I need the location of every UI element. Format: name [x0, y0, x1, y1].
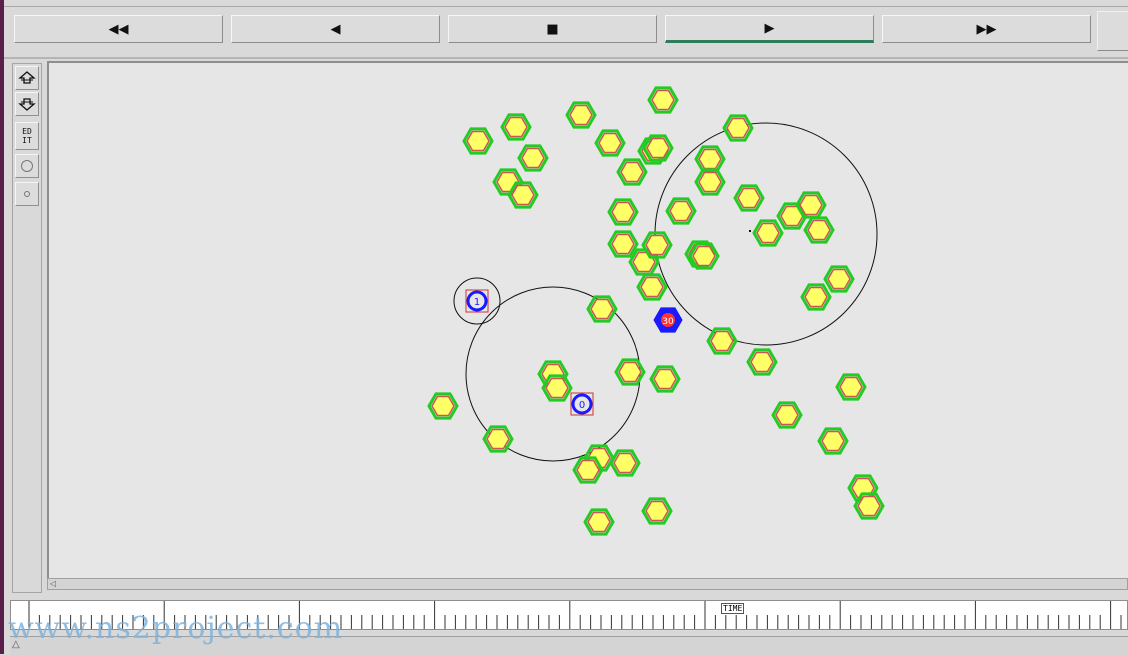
network-node[interactable]: [706, 327, 738, 355]
horizontal-scrollbar[interactable]: ◁: [47, 578, 1128, 590]
highlighted-node[interactable]: 30: [653, 307, 683, 333]
network-node[interactable]: [583, 508, 615, 536]
stop-icon: ■: [546, 21, 559, 37]
edit-button[interactable]: ED IT: [15, 122, 39, 150]
stop-button[interactable]: ■: [448, 15, 657, 43]
network-node[interactable]: [541, 374, 573, 402]
zoom-in-icon: [18, 71, 36, 84]
network-node[interactable]: [733, 184, 765, 212]
network-node[interactable]: [565, 101, 597, 129]
play-button[interactable]: ▶: [665, 15, 874, 43]
network-node[interactable]: [572, 456, 604, 484]
packet-marker: [749, 230, 751, 232]
network-node[interactable]: [636, 273, 668, 301]
network-node[interactable]: [427, 392, 459, 420]
network-node[interactable]: [642, 134, 674, 162]
network-node[interactable]: [641, 497, 673, 525]
network-node[interactable]: [609, 449, 641, 477]
network-node[interactable]: [800, 283, 832, 311]
network-node[interactable]: [722, 114, 754, 142]
toolbar-separator: [4, 57, 1128, 59]
watermark: www.ns2project.com: [8, 611, 344, 646]
rewind-button[interactable]: ◀◀: [14, 15, 223, 43]
zoom-out-icon: [18, 98, 36, 111]
tool-sidebar: ED IT: [12, 63, 42, 593]
step-back-icon: ◀: [330, 21, 341, 37]
network-node[interactable]: [607, 230, 639, 258]
play-icon: ▶: [764, 20, 775, 36]
network-view: 1 0 30: [427, 86, 885, 536]
network-node[interactable]: [795, 191, 827, 219]
network-node[interactable]: [607, 198, 639, 226]
network-node[interactable]: [823, 265, 855, 293]
network-node[interactable]: [746, 348, 778, 376]
network-node[interactable]: [500, 113, 532, 141]
extra-toolbar-button[interactable]: [1097, 11, 1128, 51]
network-node[interactable]: [771, 401, 803, 429]
time-marker[interactable]: TIME: [721, 603, 745, 614]
node-size-small-button[interactable]: [15, 182, 39, 206]
network-canvas[interactable]: 1 0 30: [47, 61, 1128, 578]
network-node[interactable]: [835, 373, 867, 401]
network-node[interactable]: [817, 427, 849, 455]
network-node[interactable]: [752, 219, 784, 247]
network-node[interactable]: [614, 358, 646, 386]
network-node[interactable]: [694, 145, 726, 173]
network-node[interactable]: [665, 197, 697, 225]
node-label: 1: [474, 297, 480, 308]
network-node[interactable]: [507, 181, 539, 209]
network-node[interactable]: [641, 231, 673, 259]
node-size-large-button[interactable]: [15, 154, 39, 178]
network-node[interactable]: [688, 242, 720, 270]
circle-large-icon: [21, 160, 33, 172]
network-node[interactable]: [647, 86, 679, 114]
zoom-in-button[interactable]: [15, 66, 39, 90]
node-label: 30: [662, 317, 674, 327]
top-divider: [4, 0, 1128, 7]
window-edge: [0, 0, 4, 654]
scroll-left-arrow-icon[interactable]: ◁: [50, 579, 56, 588]
zoom-out-button[interactable]: [15, 92, 39, 116]
network-node[interactable]: [462, 127, 494, 155]
playback-toolbar: ◀◀ ◀ ■ ▶ ▶▶: [4, 7, 1128, 57]
network-node[interactable]: [594, 129, 626, 157]
circle-small-icon: [24, 191, 30, 197]
network-node[interactable]: [482, 425, 514, 453]
highlighted-node[interactable]: 0: [570, 392, 594, 416]
network-node[interactable]: [517, 144, 549, 172]
node-label: 0: [579, 400, 585, 411]
network-node[interactable]: [586, 295, 618, 323]
rewind-icon: ◀◀: [108, 21, 129, 37]
network-node[interactable]: [803, 216, 835, 244]
network-node[interactable]: [694, 168, 726, 196]
step-back-button[interactable]: ◀: [231, 15, 440, 43]
network-node[interactable]: [853, 492, 885, 520]
highlighted-node[interactable]: 1: [465, 289, 489, 313]
fast-forward-button[interactable]: ▶▶: [882, 15, 1091, 43]
network-node[interactable]: [649, 365, 681, 393]
fast-forward-icon: ▶▶: [976, 21, 997, 37]
network-node[interactable]: [616, 158, 648, 186]
